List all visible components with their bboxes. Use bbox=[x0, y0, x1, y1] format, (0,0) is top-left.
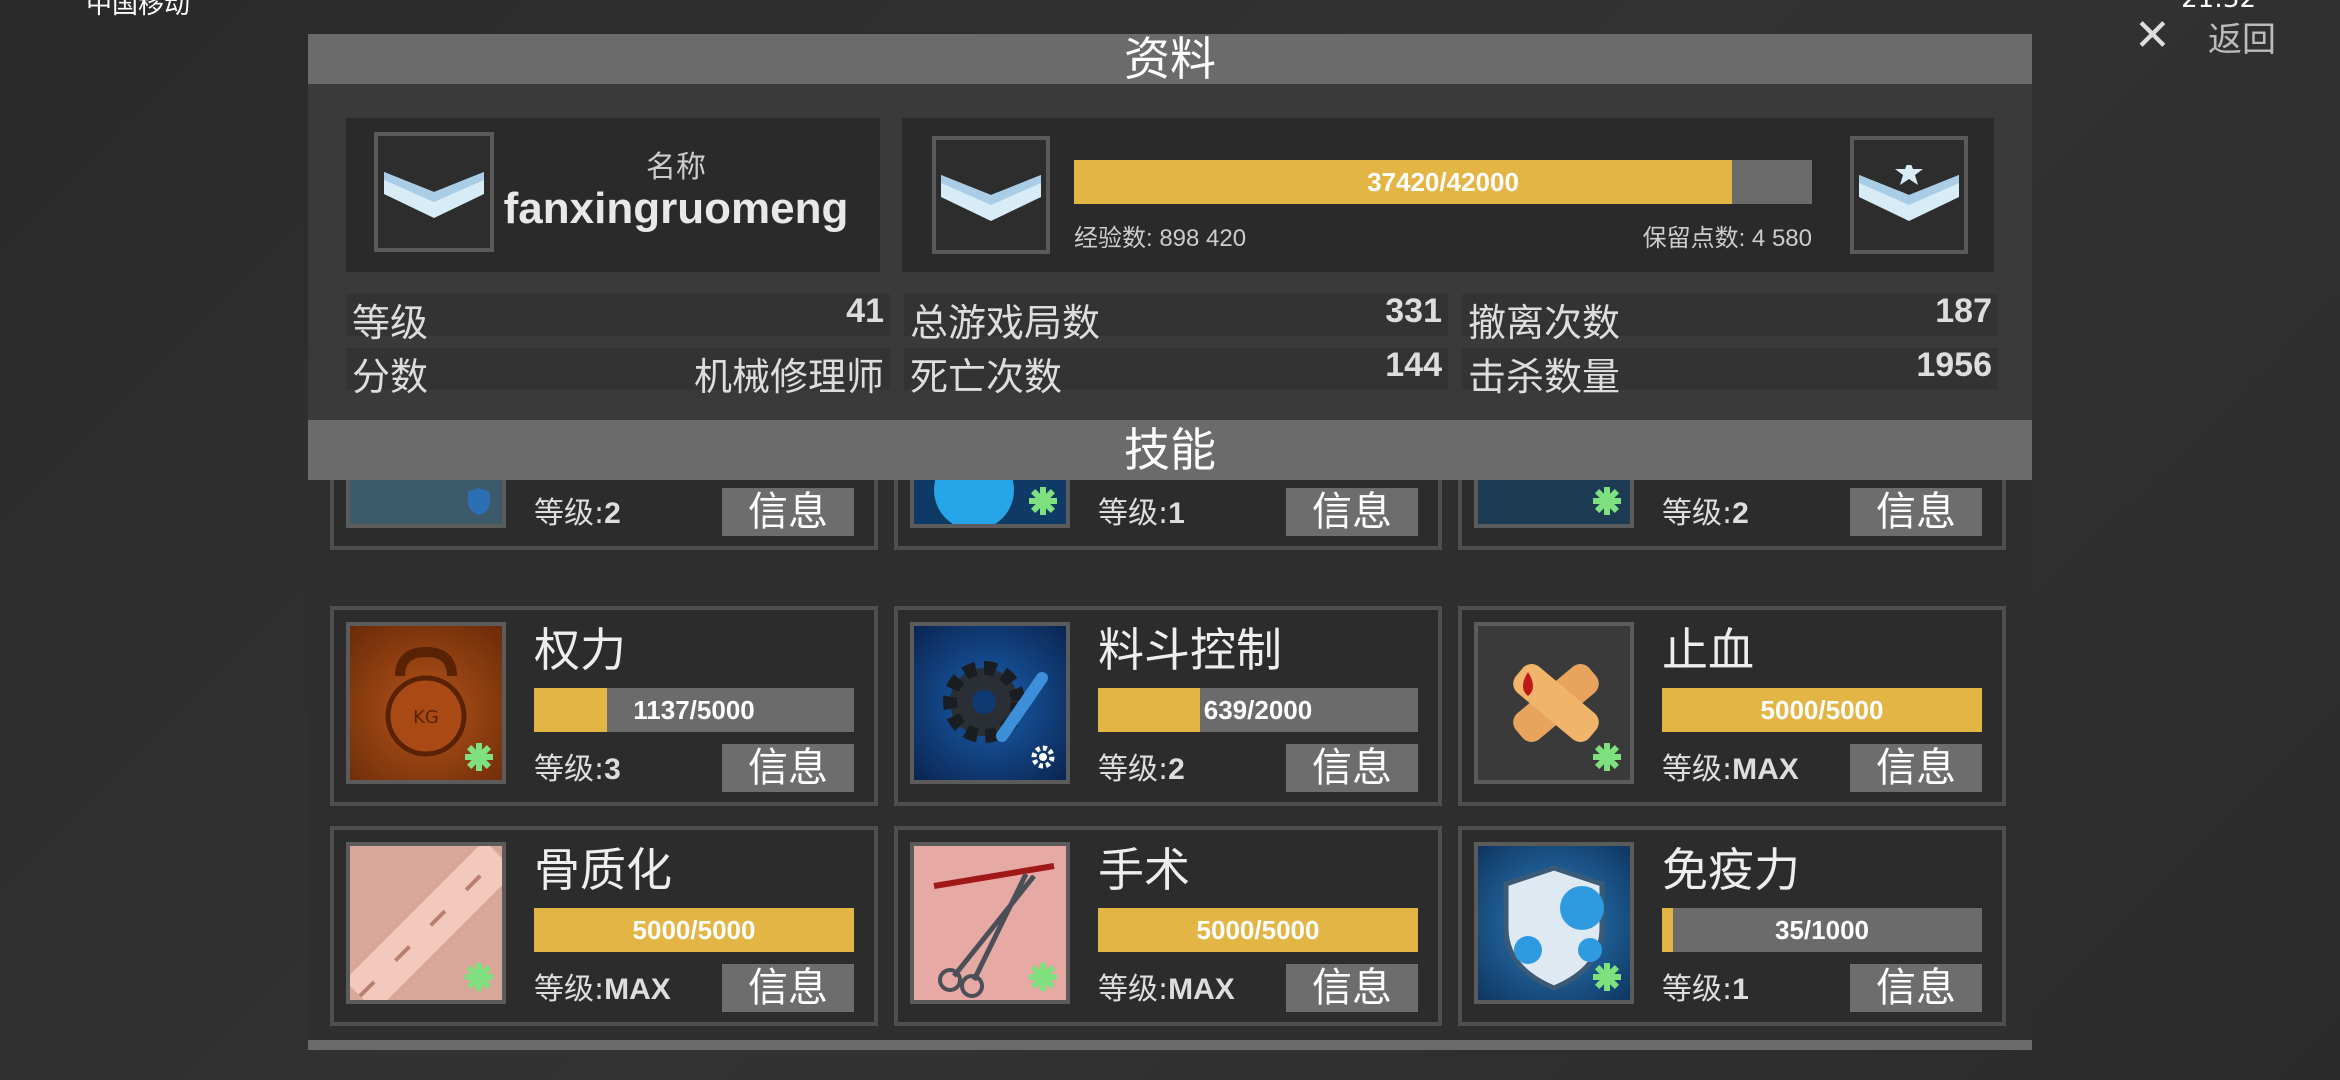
profile-body: 名称 fanxingruomeng 37420/42000 经验数: 898 4… bbox=[308, 84, 2032, 420]
status-bar: 中国移动 21:32 bbox=[0, 0, 2340, 20]
exp-count: 经验数: 898 420 bbox=[1074, 225, 1247, 252]
skill-progress-bar: 639/2000 bbox=[1098, 688, 1418, 732]
skill-level: 等级:2 bbox=[1098, 752, 1185, 787]
xp-card: 37420/42000 经验数: 898 420 保留点数: 4 580 bbox=[902, 118, 1994, 272]
info-button[interactable]: 信息 bbox=[1286, 964, 1418, 1012]
reserve-points: 保留点数: 4 580 bbox=[1642, 225, 1812, 252]
skills-list[interactable]: 等级:2 信息 等级:1 信息 等级:2 信息 KG 权力 1137/5000 … bbox=[308, 480, 2032, 1050]
skill-icon bbox=[1474, 480, 1634, 528]
profile-title: 资料 bbox=[308, 34, 2032, 84]
info-button[interactable]: 信息 bbox=[722, 744, 854, 792]
skill-progress-bar: 1137/5000 bbox=[534, 688, 854, 732]
info-button[interactable]: 信息 bbox=[1286, 744, 1418, 792]
info-button[interactable]: 信息 bbox=[1286, 488, 1418, 536]
scissors-icon bbox=[910, 842, 1070, 1004]
skill-level: 等级:1 bbox=[1662, 972, 1749, 1007]
gear-wrench-icon bbox=[910, 622, 1070, 784]
bone-icon bbox=[346, 842, 506, 1004]
profile-panel: 资料 名称 fanxingruomeng 37420/42000 经验数: 89… bbox=[308, 34, 2032, 1050]
skill-name: 权力 bbox=[534, 623, 626, 677]
player-name: fanxingruomeng bbox=[503, 184, 849, 233]
skill-name: 骨质化 bbox=[534, 843, 672, 897]
svg-text:KG: KG bbox=[413, 707, 439, 728]
xp-progress-text: 37420/42000 bbox=[1367, 167, 1519, 197]
bandage-icon bbox=[1474, 622, 1634, 784]
skill-level: 等级:MAX bbox=[534, 972, 671, 1007]
skill-card-power: KG 权力 1137/5000 等级:3 信息 bbox=[330, 606, 878, 806]
stat-score: 分数 机械修理师 bbox=[346, 348, 890, 399]
skills-title: 技能 bbox=[308, 420, 2032, 480]
skill-progress-bar: 5000/5000 bbox=[1098, 908, 1418, 952]
kettlebell-icon: KG bbox=[346, 622, 506, 784]
name-card: 名称 fanxingruomeng bbox=[346, 118, 880, 272]
skill-icon bbox=[910, 480, 1070, 528]
current-rank-icon bbox=[932, 136, 1050, 254]
skill-name: 免疫力 bbox=[1662, 843, 1800, 897]
stat-extractions: 撤离次数 187 bbox=[1462, 292, 1998, 345]
skill-progress-bar: 35/1000 bbox=[1662, 908, 1982, 952]
skill-name: 料斗控制 bbox=[1098, 623, 1282, 677]
skill-progress-bar: 5000/5000 bbox=[1662, 688, 1982, 732]
xp-progress-bar: 37420/42000 bbox=[1074, 160, 1812, 204]
info-button[interactable]: 信息 bbox=[1850, 488, 1982, 536]
info-button[interactable]: 信息 bbox=[1850, 964, 1982, 1012]
info-button[interactable]: 信息 bbox=[1850, 744, 1982, 792]
skill-name: 手术 bbox=[1098, 843, 1190, 897]
scroll-bottom-edge bbox=[308, 1040, 2032, 1050]
stat-level: 等级 41 bbox=[346, 292, 890, 345]
skill-level: 等级:MAX bbox=[1662, 752, 1799, 787]
info-button[interactable]: 信息 bbox=[722, 488, 854, 536]
skill-card-immunity: 免疫力 35/1000 等级:1 信息 bbox=[1458, 826, 2006, 1026]
skill-name: 止血 bbox=[1662, 623, 1754, 677]
skill-progress-bar: 5000/5000 bbox=[534, 908, 854, 952]
skill-card-partial-3: 等级:2 信息 bbox=[1458, 480, 2006, 550]
skill-icon bbox=[346, 480, 506, 528]
skill-level: 等级:3 bbox=[534, 752, 621, 787]
stat-total-games: 总游戏局数 331 bbox=[904, 292, 1448, 345]
skill-card-hemostasis: 止血 5000/5000 等级:MAX 信息 bbox=[1458, 606, 2006, 806]
skill-card-partial-2: 等级:1 信息 bbox=[894, 480, 1442, 550]
skill-card-ossification: 骨质化 5000/5000 等级:MAX 信息 bbox=[330, 826, 878, 1026]
carrier-label: 中国移动 bbox=[86, 0, 191, 20]
close-button[interactable]: ✕ bbox=[2134, 10, 2171, 61]
rank-icon bbox=[374, 132, 494, 252]
next-rank-icon bbox=[1850, 136, 1968, 254]
stat-deaths: 死亡次数 144 bbox=[904, 346, 1448, 399]
name-label: 名称 bbox=[646, 150, 706, 185]
skill-card-partial-1: 等级:2 信息 bbox=[330, 480, 878, 550]
info-button[interactable]: 信息 bbox=[722, 964, 854, 1012]
skill-level: 等级:MAX bbox=[1098, 972, 1235, 1007]
back-button[interactable]: 返回 bbox=[2208, 12, 2276, 61]
skill-card-surgery: 手术 5000/5000 等级:MAX 信息 bbox=[894, 826, 1442, 1026]
skill-card-hopper-control: 料斗控制 639/2000 等级:2 信息 bbox=[894, 606, 1442, 806]
shield-virus-icon bbox=[1474, 842, 1634, 1004]
stat-kills: 击杀数量 1956 bbox=[1462, 346, 1998, 399]
